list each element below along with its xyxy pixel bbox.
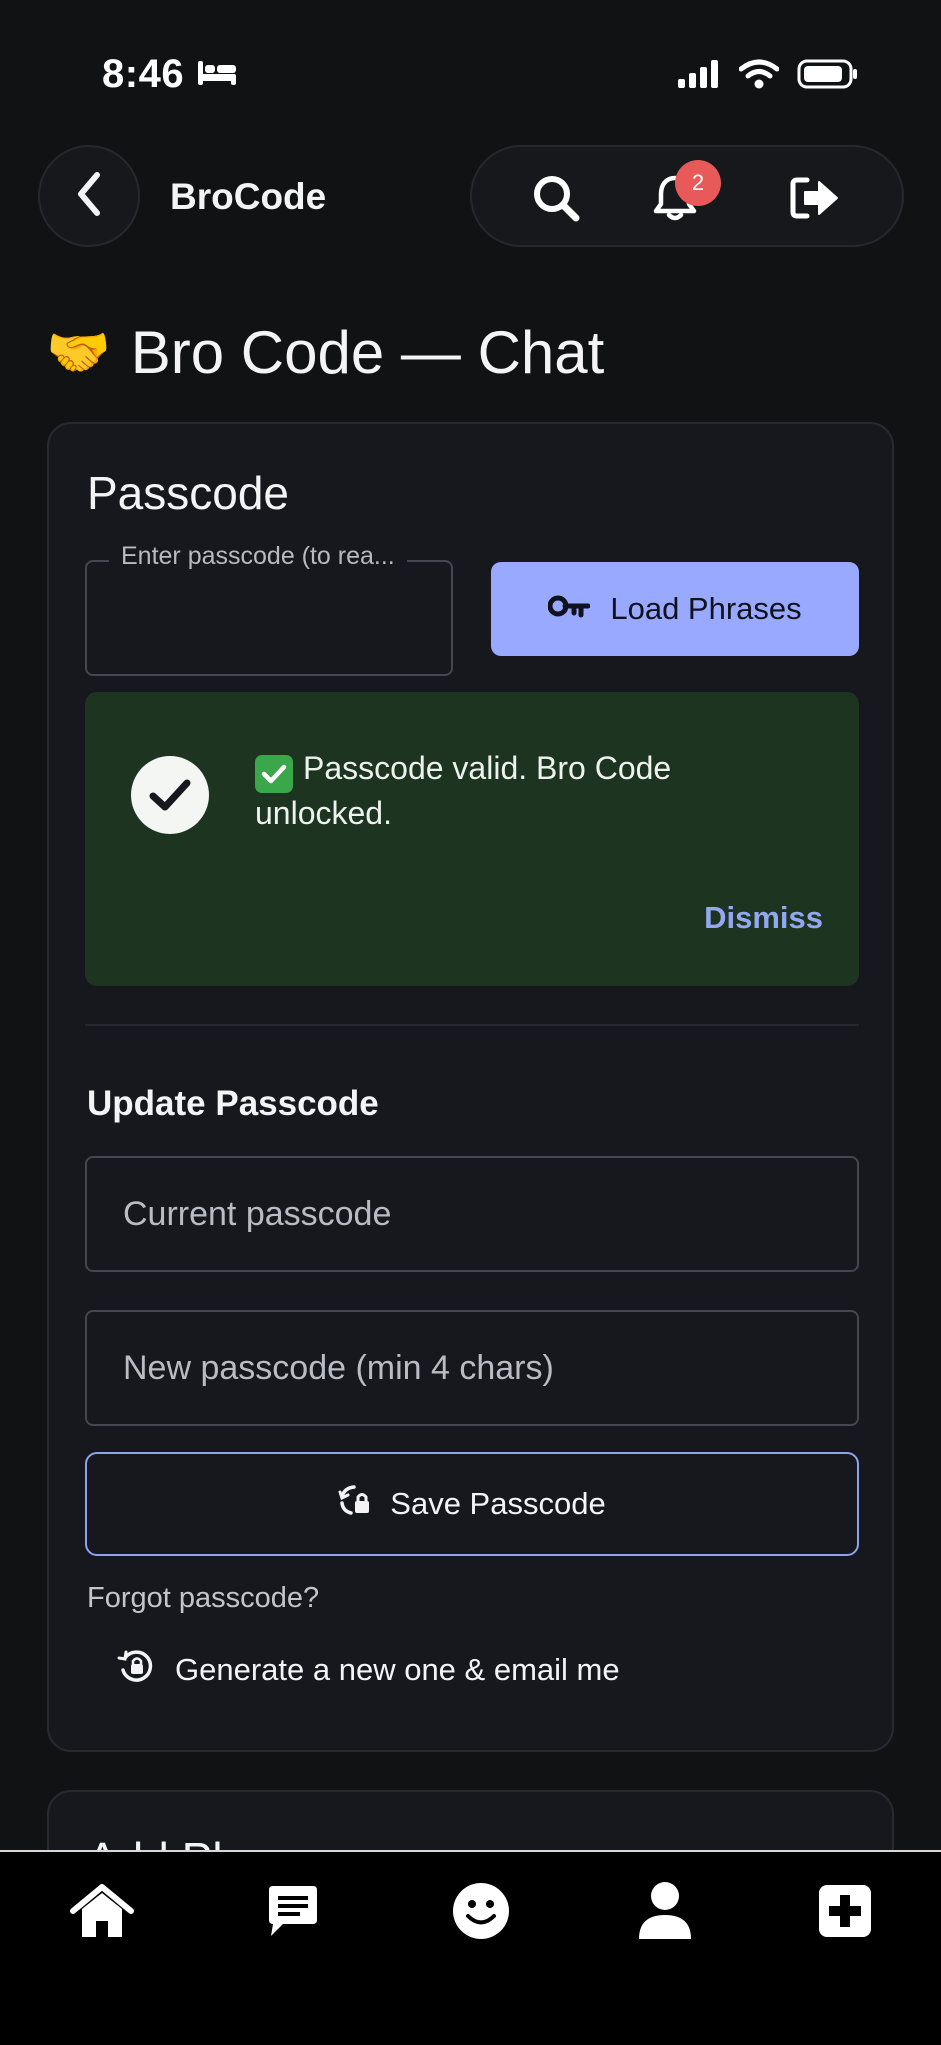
nav-chat[interactable]: [258, 1878, 328, 1948]
load-phrases-button[interactable]: Load Phrases: [491, 562, 859, 656]
status-bar: 8:46: [0, 0, 941, 150]
key-icon: [547, 591, 591, 627]
home-icon: [69, 1881, 135, 1946]
passcode-input[interactable]: [87, 562, 451, 674]
success-message: Passcode valid. Bro Code unlocked.: [255, 748, 775, 833]
user-icon: [637, 1881, 693, 1946]
check-circle-icon: [131, 756, 209, 834]
success-alert: Passcode valid. Bro Code unlocked. Dismi…: [85, 692, 859, 986]
notification-badge: 2: [675, 160, 721, 206]
back-button[interactable]: [38, 145, 140, 247]
generate-new-passcode-label: Generate a new one & email me: [175, 1652, 620, 1687]
passcode-field: Enter passcode (to rea...: [85, 542, 453, 676]
status-indicators: [677, 58, 859, 95]
nav-emoji[interactable]: [446, 1878, 516, 1948]
forgot-passcode-text: Forgot passcode?: [87, 1582, 320, 1614]
wifi-icon: [738, 59, 780, 94]
load-phrases-label: Load Phrases: [610, 591, 802, 626]
smiley-icon: [451, 1881, 511, 1946]
status-time: 8:46: [102, 52, 238, 97]
handshake-icon: 🤝: [46, 324, 111, 382]
page-title-text: Bro Code — Chat: [130, 319, 605, 386]
lock-reset-circle-icon: [117, 1648, 155, 1692]
page-title: 🤝 Bro Code — Chat: [46, 318, 604, 387]
status-time-text: 8:46: [102, 52, 185, 96]
battery-icon: [797, 58, 859, 95]
bed-icon: [196, 52, 238, 97]
app-name: BroCode: [170, 176, 327, 217]
update-passcode-title: Update Passcode: [87, 1084, 379, 1123]
bottom-nav: [0, 1850, 941, 2045]
new-passcode-input[interactable]: [87, 1312, 857, 1424]
chat-icon: [265, 1884, 321, 1943]
check-mark-icon: [255, 755, 293, 793]
lock-reset-icon: [338, 1483, 372, 1525]
search-icon: [530, 172, 582, 229]
new-passcode-field: [85, 1310, 859, 1426]
cellular-signal-icon: [677, 59, 721, 94]
current-passcode-field: [85, 1156, 859, 1272]
section-divider: [85, 1024, 859, 1026]
nav-home[interactable]: [67, 1878, 137, 1948]
save-passcode-button[interactable]: Save Passcode: [85, 1452, 859, 1556]
logout-button[interactable]: [790, 174, 842, 226]
passcode-card: Passcode Enter passcode (to rea... Load …: [47, 422, 894, 1752]
nav-add[interactable]: [810, 1878, 880, 1948]
passcode-section-title: Passcode: [87, 467, 290, 519]
screen: 8:46 BroCode 2 🤝 Bro Code — Chat Passcod…: [0, 0, 941, 2045]
chevron-left-icon: [73, 171, 105, 222]
current-passcode-input[interactable]: [87, 1158, 857, 1270]
dismiss-button[interactable]: Dismiss: [704, 900, 823, 936]
save-passcode-label: Save Passcode: [390, 1486, 606, 1521]
generate-new-passcode-link[interactable]: Generate a new one & email me: [117, 1648, 620, 1692]
plus-square-icon: [817, 1883, 873, 1944]
search-button[interactable]: [530, 174, 582, 226]
logout-icon: [789, 172, 843, 229]
success-message-text: Passcode valid. Bro Code unlocked.: [255, 750, 672, 831]
nav-profile[interactable]: [630, 1878, 700, 1948]
